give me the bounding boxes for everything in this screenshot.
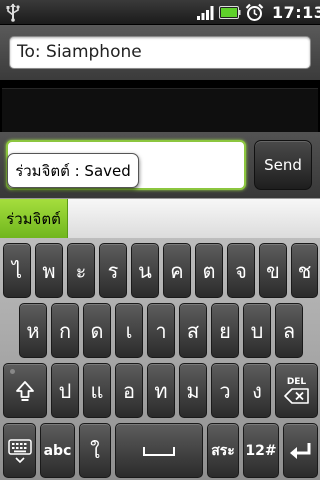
key-label: ะ: [75, 258, 87, 283]
key-r3-0[interactable]: ป: [51, 363, 79, 418]
key-label: บ: [250, 318, 264, 343]
key-label: ว: [219, 378, 231, 403]
key-r1-3[interactable]: ร: [99, 243, 127, 298]
key-label: ย: [219, 318, 231, 343]
key-r3-6[interactable]: ง: [243, 363, 271, 418]
key-label: พ: [42, 258, 56, 283]
delete-key-content: DEL: [283, 377, 310, 404]
key-label: ห: [26, 318, 40, 343]
suggestion-strip[interactable]: [69, 199, 320, 239]
enter-key[interactable]: [283, 423, 318, 478]
key-r1-4[interactable]: น: [131, 243, 159, 298]
abc-key[interactable]: abc: [40, 423, 75, 478]
key-label: ก: [58, 318, 72, 343]
enter-icon: [289, 442, 310, 459]
key-label: สระ: [211, 442, 235, 459]
keyboard-icon: [7, 438, 32, 463]
shift-icon: [16, 380, 34, 401]
key-label: ค: [170, 258, 184, 283]
key-label: แ: [90, 378, 104, 403]
key-vowel[interactable]: ใ: [79, 423, 111, 478]
key-r1-8[interactable]: ข: [259, 243, 287, 298]
alarm-icon: [245, 3, 264, 21]
key-r2-7[interactable]: บ: [243, 303, 271, 358]
usb-icon: [6, 3, 20, 22]
status-time: 17:13: [272, 3, 320, 22]
recipient-field[interactable]: To: Siamphone: [9, 36, 311, 69]
key-label: abc: [43, 442, 72, 459]
recipient-area: To: Siamphone: [0, 25, 320, 80]
delete-key[interactable]: DEL: [275, 363, 318, 418]
key-r2-4[interactable]: า: [147, 303, 175, 358]
suggestion-item[interactable]: ร่วมจิตต์: [0, 199, 68, 239]
send-button[interactable]: Send: [254, 140, 312, 190]
key-label: อ: [122, 378, 135, 403]
key-label: ป: [58, 378, 72, 403]
key-label: ม: [186, 378, 200, 403]
key-r2-0[interactable]: ห: [19, 303, 47, 358]
key-label: ร: [107, 258, 119, 283]
key-r2-8[interactable]: ล: [275, 303, 303, 358]
numbers-key[interactable]: 12#: [243, 423, 279, 478]
key-label: ด: [90, 318, 104, 343]
vowel-key[interactable]: สระ: [207, 423, 239, 478]
status-bar: 17:13: [0, 0, 320, 25]
key-r2-6[interactable]: ย: [211, 303, 239, 358]
suggestion-bar: ร่วมจิตต์: [0, 198, 320, 239]
key-label: น: [138, 258, 152, 283]
key-r3-1[interactable]: แ: [83, 363, 111, 418]
key-r1-5[interactable]: ค: [163, 243, 191, 298]
delete-label: DEL: [286, 377, 307, 387]
key-label: ใ: [90, 438, 100, 463]
recipient-value: To: Siamphone: [17, 42, 142, 62]
key-label: เ: [125, 318, 133, 343]
shift-key[interactable]: [3, 363, 47, 418]
key-label: ไ: [11, 258, 23, 283]
key-label: ง: [252, 378, 262, 403]
key-r1-0[interactable]: ไ: [3, 243, 31, 298]
key-label: 12#: [245, 442, 277, 459]
conversation-list: [2, 88, 318, 132]
key-label: ต: [202, 258, 216, 283]
key-r1-6[interactable]: ต: [195, 243, 223, 298]
key-r3-4[interactable]: ม: [179, 363, 207, 418]
battery-icon: [219, 6, 241, 19]
space-key[interactable]: [115, 423, 203, 478]
key-r1-9[interactable]: ช: [291, 243, 318, 298]
key-r3-5[interactable]: ว: [211, 363, 239, 418]
signal-icon: [197, 6, 214, 20]
key-label: ข: [266, 258, 280, 283]
conversation-area: [0, 80, 320, 132]
key-r2-5[interactable]: ส: [179, 303, 207, 358]
key-r1-7[interactable]: จ: [227, 243, 255, 298]
key-label: ท: [154, 378, 168, 403]
keyboard: ไ พ ะ ร น ค ต จ ข ช ห ก ด เ า ส ย บ ล ป …: [0, 238, 320, 480]
keyboard-settings-key[interactable]: [3, 423, 36, 478]
space-icon: [143, 446, 175, 456]
key-r1-1[interactable]: พ: [35, 243, 63, 298]
key-label: ล: [282, 318, 296, 343]
backspace-icon: [283, 388, 309, 404]
key-r1-2[interactable]: ะ: [67, 243, 95, 298]
key-r2-1[interactable]: ก: [51, 303, 79, 358]
key-label: จ: [235, 258, 247, 283]
key-label: า: [155, 318, 167, 343]
key-r3-3[interactable]: ท: [147, 363, 175, 418]
key-r2-3[interactable]: เ: [115, 303, 143, 358]
key-r3-2[interactable]: อ: [115, 363, 143, 418]
key-label: ส: [186, 318, 200, 343]
key-r2-2[interactable]: ด: [83, 303, 111, 358]
saved-toast: ร่วมจิตต์ : Saved: [7, 153, 139, 188]
shift-indicator-dot: [10, 369, 15, 374]
key-label: ช: [297, 258, 312, 283]
